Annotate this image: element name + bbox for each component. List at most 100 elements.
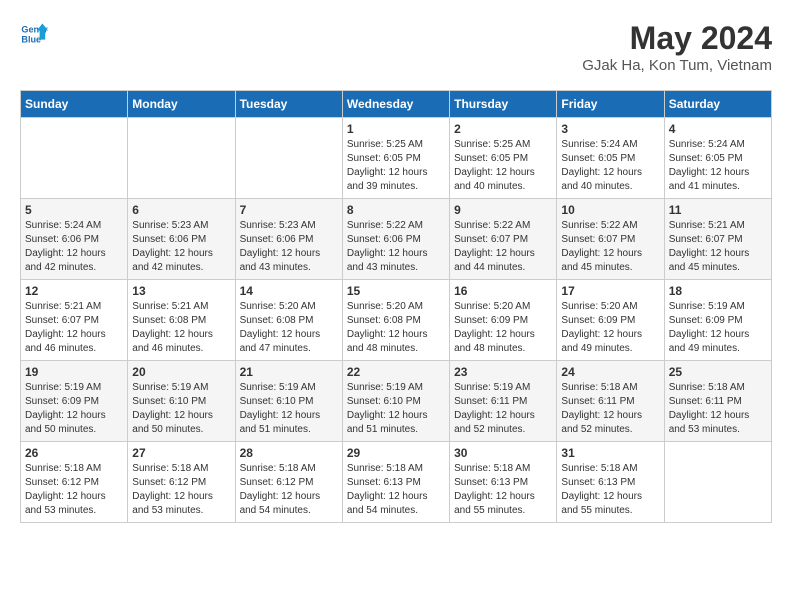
day-number: 27 bbox=[132, 446, 230, 460]
day-info: Sunrise: 5:19 AM Sunset: 6:10 PM Dayligh… bbox=[347, 381, 445, 437]
calendar-cell: 24 Sunrise: 5:18 AM Sunset: 6:11 PM Dayli… bbox=[557, 361, 664, 442]
calendar-cell: 6 Sunrise: 5:23 AM Sunset: 6:06 PM Daylig… bbox=[128, 199, 235, 280]
header-monday: Monday bbox=[128, 91, 235, 118]
day-info: Sunrise: 5:24 AM Sunset: 6:06 PM Dayligh… bbox=[25, 219, 123, 275]
calendar-body: 1 Sunrise: 5:25 AM Sunset: 6:05 PM Daylig… bbox=[21, 118, 772, 523]
calendar-cell: 20 Sunrise: 5:19 AM Sunset: 6:10 PM Dayli… bbox=[128, 361, 235, 442]
day-number: 4 bbox=[669, 122, 767, 136]
day-number: 14 bbox=[240, 284, 338, 298]
day-info: Sunrise: 5:18 AM Sunset: 6:12 PM Dayligh… bbox=[240, 462, 338, 518]
day-number: 2 bbox=[454, 122, 552, 136]
day-info: Sunrise: 5:22 AM Sunset: 6:06 PM Dayligh… bbox=[347, 219, 445, 275]
day-info: Sunrise: 5:18 AM Sunset: 6:12 PM Dayligh… bbox=[25, 462, 123, 518]
day-info: Sunrise: 5:20 AM Sunset: 6:09 PM Dayligh… bbox=[454, 300, 552, 356]
day-number: 17 bbox=[561, 284, 659, 298]
day-info: Sunrise: 5:20 AM Sunset: 6:08 PM Dayligh… bbox=[347, 300, 445, 356]
day-number: 23 bbox=[454, 365, 552, 379]
day-number: 20 bbox=[132, 365, 230, 379]
calendar-week-row: 1 Sunrise: 5:25 AM Sunset: 6:05 PM Daylig… bbox=[21, 118, 772, 199]
day-number: 5 bbox=[25, 203, 123, 217]
calendar-cell bbox=[664, 442, 771, 523]
day-number: 24 bbox=[561, 365, 659, 379]
logo: General Blue General Blue bbox=[20, 20, 48, 48]
day-info: Sunrise: 5:24 AM Sunset: 6:05 PM Dayligh… bbox=[561, 138, 659, 194]
header-wednesday: Wednesday bbox=[342, 91, 449, 118]
header-saturday: Saturday bbox=[664, 91, 771, 118]
day-info: Sunrise: 5:21 AM Sunset: 6:07 PM Dayligh… bbox=[25, 300, 123, 356]
calendar-week-row: 19Sunrise: 5:19 AM Sunset: 6:09 PM Dayli… bbox=[21, 361, 772, 442]
calendar-cell: 27 Sunrise: 5:18 AM Sunset: 6:12 PM Dayli… bbox=[128, 442, 235, 523]
day-info: Sunrise: 5:22 AM Sunset: 6:07 PM Dayligh… bbox=[454, 219, 552, 275]
header-thursday: Thursday bbox=[450, 91, 557, 118]
day-info: Sunrise: 5:19 AM Sunset: 6:09 PM Dayligh… bbox=[25, 381, 123, 437]
day-info: Sunrise: 5:20 AM Sunset: 6:09 PM Dayligh… bbox=[561, 300, 659, 356]
calendar-cell bbox=[21, 118, 128, 199]
day-info: Sunrise: 5:23 AM Sunset: 6:06 PM Dayligh… bbox=[132, 219, 230, 275]
day-number: 31 bbox=[561, 446, 659, 460]
day-number: 15 bbox=[347, 284, 445, 298]
calendar-cell: 19Sunrise: 5:19 AM Sunset: 6:09 PM Dayli… bbox=[21, 361, 128, 442]
month-year-title: May 2024 bbox=[582, 20, 772, 57]
day-number: 26 bbox=[25, 446, 123, 460]
calendar-cell: 9 Sunrise: 5:22 AM Sunset: 6:07 PM Daylig… bbox=[450, 199, 557, 280]
calendar-cell: 28 Sunrise: 5:18 AM Sunset: 6:12 PM Dayli… bbox=[235, 442, 342, 523]
day-info: Sunrise: 5:18 AM Sunset: 6:12 PM Dayligh… bbox=[132, 462, 230, 518]
calendar-week-row: 5 Sunrise: 5:24 AM Sunset: 6:06 PM Daylig… bbox=[21, 199, 772, 280]
calendar-cell: 13Sunrise: 5:21 AM Sunset: 6:08 PM Dayli… bbox=[128, 280, 235, 361]
page-header: General Blue General Blue May 2024 GJak … bbox=[20, 20, 772, 74]
calendar-cell: 25Sunrise: 5:18 AM Sunset: 6:11 PM Dayli… bbox=[664, 361, 771, 442]
day-number: 6 bbox=[132, 203, 230, 217]
calendar-cell bbox=[128, 118, 235, 199]
calendar-table: Sunday Monday Tuesday Wednesday Thursday… bbox=[20, 90, 772, 523]
day-info: Sunrise: 5:24 AM Sunset: 6:05 PM Dayligh… bbox=[669, 138, 767, 194]
calendar-header: Sunday Monday Tuesday Wednesday Thursday… bbox=[21, 91, 772, 118]
svg-text:Blue: Blue bbox=[21, 34, 41, 44]
calendar-cell: 18 Sunrise: 5:19 AM Sunset: 6:09 PM Dayli… bbox=[664, 280, 771, 361]
day-number: 30 bbox=[454, 446, 552, 460]
location-subtitle: GJak Ha, Kon Tum, Vietnam bbox=[582, 57, 772, 74]
day-info: Sunrise: 5:25 AM Sunset: 6:05 PM Dayligh… bbox=[454, 138, 552, 194]
calendar-cell: 30Sunrise: 5:18 AM Sunset: 6:13 PM Dayli… bbox=[450, 442, 557, 523]
day-info: Sunrise: 5:23 AM Sunset: 6:06 PM Dayligh… bbox=[240, 219, 338, 275]
weekday-header-row: Sunday Monday Tuesday Wednesday Thursday… bbox=[21, 91, 772, 118]
calendar-cell: 10Sunrise: 5:22 AM Sunset: 6:07 PM Dayli… bbox=[557, 199, 664, 280]
calendar-cell: 7 Sunrise: 5:23 AM Sunset: 6:06 PM Daylig… bbox=[235, 199, 342, 280]
calendar-cell: 22 Sunrise: 5:19 AM Sunset: 6:10 PM Dayli… bbox=[342, 361, 449, 442]
day-info: Sunrise: 5:19 AM Sunset: 6:09 PM Dayligh… bbox=[669, 300, 767, 356]
calendar-cell: 15 Sunrise: 5:20 AM Sunset: 6:08 PM Dayli… bbox=[342, 280, 449, 361]
day-info: Sunrise: 5:19 AM Sunset: 6:10 PM Dayligh… bbox=[132, 381, 230, 437]
day-number: 29 bbox=[347, 446, 445, 460]
calendar-cell: 14 Sunrise: 5:20 AM Sunset: 6:08 PM Dayli… bbox=[235, 280, 342, 361]
calendar-cell: 3 Sunrise: 5:24 AM Sunset: 6:05 PM Daylig… bbox=[557, 118, 664, 199]
day-info: Sunrise: 5:20 AM Sunset: 6:08 PM Dayligh… bbox=[240, 300, 338, 356]
day-number: 10 bbox=[561, 203, 659, 217]
title-block: May 2024 GJak Ha, Kon Tum, Vietnam bbox=[582, 20, 772, 74]
day-number: 18 bbox=[669, 284, 767, 298]
day-number: 11 bbox=[669, 203, 767, 217]
calendar-cell: 21 Sunrise: 5:19 AM Sunset: 6:10 PM Dayli… bbox=[235, 361, 342, 442]
day-info: Sunrise: 5:19 AM Sunset: 6:11 PM Dayligh… bbox=[454, 381, 552, 437]
header-friday: Friday bbox=[557, 91, 664, 118]
calendar-cell: 2 Sunrise: 5:25 AM Sunset: 6:05 PM Daylig… bbox=[450, 118, 557, 199]
header-sunday: Sunday bbox=[21, 91, 128, 118]
day-number: 12 bbox=[25, 284, 123, 298]
day-number: 22 bbox=[347, 365, 445, 379]
day-number: 3 bbox=[561, 122, 659, 136]
day-info: Sunrise: 5:18 AM Sunset: 6:11 PM Dayligh… bbox=[561, 381, 659, 437]
day-info: Sunrise: 5:19 AM Sunset: 6:10 PM Dayligh… bbox=[240, 381, 338, 437]
day-info: Sunrise: 5:18 AM Sunset: 6:11 PM Dayligh… bbox=[669, 381, 767, 437]
day-number: 7 bbox=[240, 203, 338, 217]
day-number: 1 bbox=[347, 122, 445, 136]
day-number: 28 bbox=[240, 446, 338, 460]
calendar-week-row: 26 Sunrise: 5:18 AM Sunset: 6:12 PM Dayli… bbox=[21, 442, 772, 523]
day-info: Sunrise: 5:18 AM Sunset: 6:13 PM Dayligh… bbox=[347, 462, 445, 518]
day-number: 9 bbox=[454, 203, 552, 217]
calendar-cell: 17 Sunrise: 5:20 AM Sunset: 6:09 PM Dayli… bbox=[557, 280, 664, 361]
calendar-cell bbox=[235, 118, 342, 199]
day-number: 13 bbox=[132, 284, 230, 298]
calendar-week-row: 12 Sunrise: 5:21 AM Sunset: 6:07 PM Dayli… bbox=[21, 280, 772, 361]
calendar-cell: 23 Sunrise: 5:19 AM Sunset: 6:11 PM Dayli… bbox=[450, 361, 557, 442]
calendar-cell: 5 Sunrise: 5:24 AM Sunset: 6:06 PM Daylig… bbox=[21, 199, 128, 280]
day-number: 21 bbox=[240, 365, 338, 379]
calendar-cell: 31Sunrise: 5:18 AM Sunset: 6:13 PM Dayli… bbox=[557, 442, 664, 523]
